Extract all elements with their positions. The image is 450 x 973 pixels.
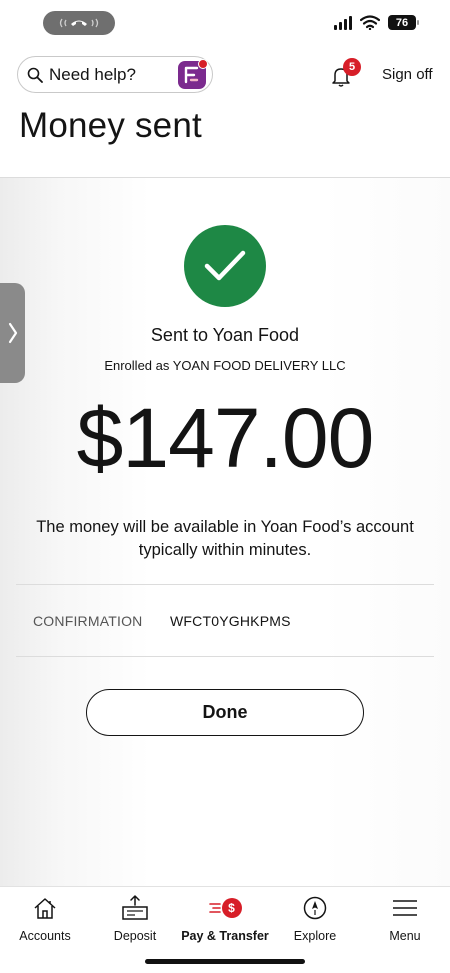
wifi-icon: [360, 15, 380, 30]
home-indicator[interactable]: [145, 959, 305, 964]
checkmark-icon: [204, 250, 246, 281]
deposit-icon: [122, 895, 148, 920]
status-indicators: 76: [334, 15, 419, 30]
nav-label: Menu: [389, 929, 421, 943]
fargo-logo-icon: [184, 66, 199, 84]
help-search-input[interactable]: Need help?: [17, 56, 213, 93]
availability-note: The money will be available in Yoan Food…: [36, 518, 414, 559]
nav-label: Pay & Transfer: [181, 929, 269, 943]
nav-menu[interactable]: Menu: [360, 887, 450, 947]
sent-amount: $147.00: [76, 391, 375, 485]
success-check-icon: [184, 225, 266, 307]
divider: [16, 584, 434, 585]
enrolled-name: Enrolled as YOAN FOOD DELIVERY LLC: [104, 358, 346, 373]
active-call-pill[interactable]: [43, 11, 115, 35]
done-button[interactable]: Done: [86, 689, 364, 736]
nav-label: Explore: [293, 929, 337, 943]
recipient-heading: Sent to Yoan Food: [150, 325, 300, 345]
cellular-signal-icon: [334, 15, 352, 30]
hamburger-menu-icon: [393, 900, 417, 916]
dollar-badge: $: [221, 898, 242, 918]
search-icon: [27, 67, 43, 83]
fargo-notification-dot: [198, 59, 208, 69]
nav-label: Accounts: [19, 929, 71, 943]
page-title: Money sent: [19, 106, 202, 145]
nav-label: Deposit: [113, 929, 157, 943]
battery-icon: 76: [388, 15, 419, 30]
help-search-label: Need help?: [49, 64, 136, 84]
nav-accounts[interactable]: Accounts: [0, 887, 90, 947]
nav-pay-transfer[interactable]: $ Pay & Transfer: [180, 887, 270, 947]
confirmation-label: CONFIRMATION: [33, 613, 143, 629]
fargo-assistant-icon[interactable]: [178, 59, 208, 89]
notification-count-badge: 5: [343, 58, 361, 76]
phone-icon: [59, 18, 99, 28]
divider: [16, 656, 434, 657]
confirmation-number: WFCT0YGHKPMS: [170, 613, 291, 629]
speed-lines-icon: [208, 903, 221, 913]
status-bar: 76: [0, 0, 450, 46]
pay-transfer-icon: $: [208, 895, 242, 921]
nav-deposit[interactable]: Deposit: [90, 887, 180, 947]
compass-icon: [303, 896, 327, 920]
nav-explore[interactable]: Explore: [270, 887, 360, 947]
sign-off-link[interactable]: Sign off: [382, 66, 433, 83]
home-icon: [34, 898, 56, 919]
